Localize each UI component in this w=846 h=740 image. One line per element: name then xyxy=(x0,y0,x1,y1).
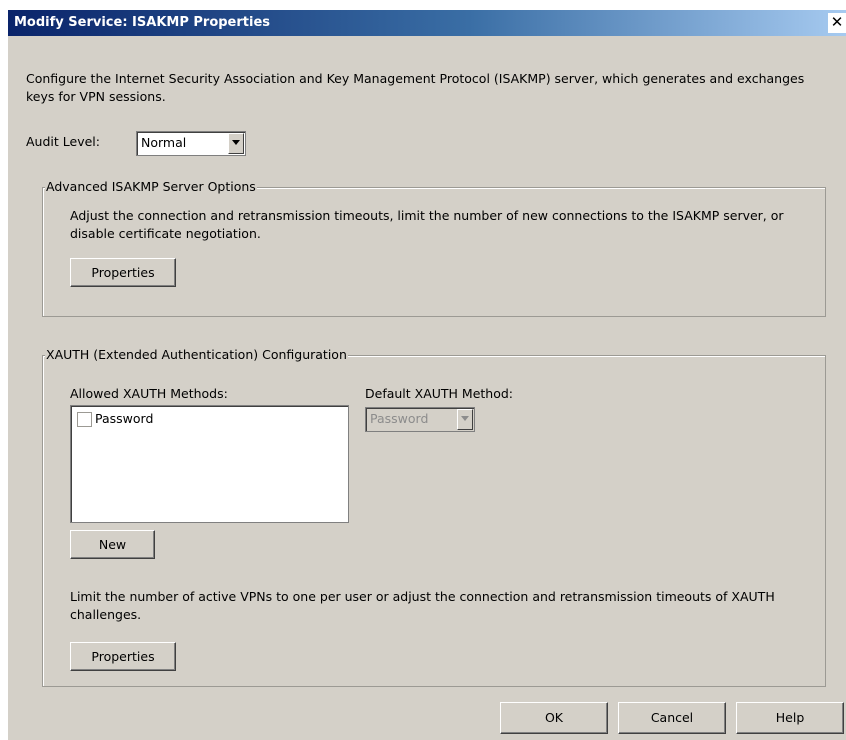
title-bar[interactable]: Modify Service: ISAKMP Properties ✕ xyxy=(8,10,846,36)
cancel-button[interactable]: Cancel xyxy=(618,702,726,734)
help-label: Help xyxy=(775,710,805,725)
help-button[interactable]: Help xyxy=(736,702,844,734)
audit-level-dropdown[interactable]: Normal xyxy=(136,131,246,156)
advanced-description: Adjust the connection and retransmission… xyxy=(70,208,784,241)
dialog-description: Configure the Internet Security Associat… xyxy=(26,71,805,104)
xauth-description: Limit the number of active VPNs to one p… xyxy=(70,589,775,622)
default-method-dropdown[interactable]: Password xyxy=(365,407,475,432)
xauth-properties-button[interactable]: Properties xyxy=(70,642,176,671)
cancel-label: Cancel xyxy=(650,710,694,725)
default-method-value: Password xyxy=(370,411,429,426)
audit-level-label: Audit Level: xyxy=(26,134,100,149)
advanced-properties-label: Properties xyxy=(91,265,155,280)
default-method-label: Default XAUTH Method: xyxy=(365,386,514,401)
ok-button[interactable]: OK xyxy=(500,702,608,734)
advanced-options-group: Advanced ISAKMP Server Options Adjust th… xyxy=(42,179,826,317)
allowed-methods-label: Allowed XAUTH Methods: xyxy=(70,386,228,401)
chevron-down-icon[interactable] xyxy=(457,409,473,430)
audit-level-value: Normal xyxy=(141,135,187,150)
xauth-properties-label: Properties xyxy=(91,649,155,664)
password-method-label: Password xyxy=(95,411,154,426)
ok-label: OK xyxy=(544,710,564,725)
dialog-window: Modify Service: ISAKMP Properties ✕ Conf… xyxy=(8,10,846,740)
xauth-group: XAUTH (Extended Authentication) Configur… xyxy=(42,347,826,687)
advanced-properties-button[interactable]: Properties xyxy=(70,258,176,287)
new-button-label: New xyxy=(98,537,127,552)
allowed-methods-list[interactable]: Password xyxy=(70,405,349,523)
chevron-down-icon[interactable] xyxy=(228,133,244,154)
window-title: Modify Service: ISAKMP Properties xyxy=(14,15,271,30)
advanced-group-title: Advanced ISAKMP Server Options xyxy=(45,179,257,194)
new-method-button[interactable]: New xyxy=(70,530,155,559)
xauth-group-title: XAUTH (Extended Authentication) Configur… xyxy=(45,347,348,362)
close-icon[interactable]: ✕ xyxy=(828,13,846,33)
password-checkbox[interactable] xyxy=(77,412,92,427)
